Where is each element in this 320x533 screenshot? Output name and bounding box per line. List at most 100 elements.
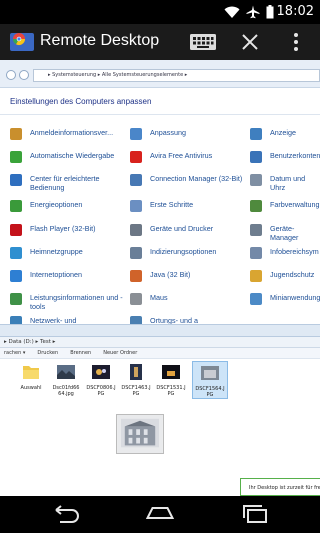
power-options-icon [10, 200, 22, 212]
control-panel-toolbar: ▸ Systemsteuerung ▸ Alle Systemsteuerung… [0, 60, 320, 88]
toolbar-share-button[interactable]: rachen ▾ [4, 348, 25, 358]
display-icon [250, 128, 262, 140]
image-thumbnail-icon [92, 365, 110, 379]
control-panel-item-label: Flash Player (32-Bit) [30, 224, 96, 233]
toolbar-new-folder-button[interactable]: Neuer Ordner [103, 348, 137, 358]
control-panel-item[interactable]: Connection Manager (32-Bit) [130, 174, 248, 186]
indexing-options-icon [130, 247, 142, 259]
back-button[interactable] [6, 70, 16, 80]
control-panel-item[interactable]: Anmeldeinformationsver... [10, 128, 128, 140]
file-item-image[interactable]: DSCF0806.J PG [86, 363, 116, 397]
control-panel-item[interactable]: Datum und Uhrz [250, 174, 320, 192]
performance-icon [10, 293, 22, 305]
control-panel-item[interactable]: Erste Schritte [130, 200, 248, 212]
homegroup-icon [10, 247, 22, 259]
control-panel-item[interactable]: Heimnetzgruppe [10, 247, 128, 259]
file-name: Auswahl [20, 385, 42, 391]
control-panel-item-label: Indizierungsoptionen [150, 247, 217, 256]
file-list: Auswahl Dsc01fd66 64.jpg DSCF0806.J PG D… [0, 359, 320, 496]
navigation-bar [0, 496, 320, 533]
control-panel-item[interactable]: Geräte und Drucker [130, 224, 248, 236]
control-panel-item[interactable]: Geräte-Manager [250, 224, 320, 242]
keyboard-icon[interactable] [188, 31, 218, 53]
airplane-icon [246, 5, 260, 19]
control-panel-item-label: Heimnetzgruppe [30, 247, 83, 256]
internet-options-icon [10, 270, 22, 282]
toolbar-print-button[interactable]: Drucken [37, 348, 58, 358]
address-bar[interactable]: ▸ Systemsteuerung ▸ Alle Systemsteuerung… [33, 69, 320, 82]
notification-area-icon [250, 247, 262, 259]
image-thumbnail-icon [57, 365, 75, 379]
control-panel-item[interactable]: Maus [130, 293, 248, 305]
status-icons [224, 5, 274, 19]
control-panel-item-label: Energieoptionen [30, 200, 83, 209]
gadgets-icon [250, 293, 262, 305]
control-panel-item[interactable]: Avira Free Antivirus [130, 151, 248, 163]
file-name: DSCF1564.J PG [195, 386, 225, 398]
remote-desktop-view[interactable]: ▸ Systemsteuerung ▸ Alle Systemsteuerung… [0, 60, 320, 496]
file-item-image-selected[interactable]: DSCF1564.J PG [192, 361, 228, 399]
file-item-image[interactable]: DSCF1531.J PG [156, 363, 186, 397]
control-panel-item[interactable]: Java (32 Bit) [130, 270, 248, 282]
control-panel-item[interactable]: Indizierungsoptionen [130, 247, 248, 259]
status-bar: 18:02 [0, 0, 320, 24]
control-panel-item-label: Minianwendung [270, 293, 320, 302]
wifi-icon [224, 6, 240, 18]
devices-printers-icon [130, 224, 142, 236]
explorer-window: ▸ Data (D:) ▸ Test ▸ rachen ▾ Drucken Br… [0, 337, 320, 496]
control-panel-item-label: Jugendschutz [270, 270, 315, 279]
sharing-notice: Ihr Desktop ist zurzeit für fre [240, 478, 320, 496]
back-icon[interactable] [50, 504, 80, 524]
action-bar: Remote Desktop [0, 24, 320, 60]
control-panel-window: ▸ Systemsteuerung ▸ Alle Systemsteuerung… [0, 60, 320, 328]
control-panel-item[interactable]: Minianwendung [250, 293, 320, 305]
file-name: DSCF1531.J PG [156, 385, 186, 397]
control-panel-item[interactable]: Jugendschutz [250, 270, 320, 282]
file-item-image[interactable]: Dsc01fd66 64.jpg [51, 363, 81, 397]
control-panel-item[interactable]: Energieoptionen [10, 200, 128, 212]
explorer-toolbar: rachen ▾ Drucken Brennen Neuer Ordner [0, 348, 320, 359]
control-panel-item[interactable]: Anpassung [130, 128, 248, 140]
image-preview [116, 414, 164, 454]
flash-player-icon [10, 224, 22, 236]
control-panel-item[interactable]: Farbverwaltung [250, 200, 320, 212]
control-panel-item-label: Maus [150, 293, 168, 302]
close-icon[interactable] [238, 30, 262, 54]
file-name: DSCF0806.J PG [86, 385, 116, 397]
java-icon [130, 270, 142, 282]
control-panel-item[interactable]: Infobereichsym [250, 247, 320, 259]
control-panel-item-label: Anmeldeinformationsver... [30, 128, 114, 137]
control-panel-item[interactable]: Internetoptionen [10, 270, 128, 282]
control-panel-item[interactable]: Automatische Wiedergabe [10, 151, 128, 163]
toolbar-burn-button[interactable]: Brennen [70, 348, 91, 358]
file-name: DSCF1463.J PG [121, 385, 151, 397]
mouse-icon [130, 293, 142, 305]
color-management-icon [250, 200, 262, 212]
image-thumbnail-icon [201, 366, 219, 380]
autoplay-icon [10, 151, 22, 163]
control-panel-item[interactable]: Flash Player (32-Bit) [10, 224, 128, 236]
recent-apps-icon[interactable] [240, 504, 270, 524]
device-manager-icon [250, 224, 262, 236]
image-thumbnail-icon [162, 365, 180, 379]
control-panel-item[interactable]: Center für erleichterte Bedienung [10, 174, 128, 192]
date-time-icon [250, 174, 262, 186]
file-item-image[interactable]: DSCF1463.J PG [121, 363, 151, 397]
control-panel-item[interactable]: Anzeige [250, 128, 320, 140]
connection-manager-icon [130, 174, 142, 186]
home-icon[interactable] [145, 504, 175, 524]
control-panel-item-label: Geräte und Drucker [150, 224, 214, 233]
control-panel-item[interactable]: Benutzerkonten [250, 151, 320, 163]
forward-button[interactable] [19, 70, 29, 80]
control-panel-item[interactable]: Leistungsinformationen und -tools [10, 293, 128, 311]
credential-manager-icon [10, 128, 22, 140]
control-panel-item-label: Infobereichsym [270, 247, 319, 256]
folder-icon [23, 366, 39, 379]
overflow-menu-icon[interactable] [291, 30, 301, 54]
personalization-icon [130, 128, 142, 140]
image-thumbnail-icon [130, 364, 142, 380]
file-item-folder[interactable]: Auswahl [16, 363, 46, 391]
control-panel-item-label: Datum und Uhrz [270, 174, 306, 192]
explorer-address-bar[interactable]: ▸ Data (D:) ▸ Test ▸ [0, 337, 320, 348]
control-panel-item-label: Internetoptionen [30, 270, 82, 279]
